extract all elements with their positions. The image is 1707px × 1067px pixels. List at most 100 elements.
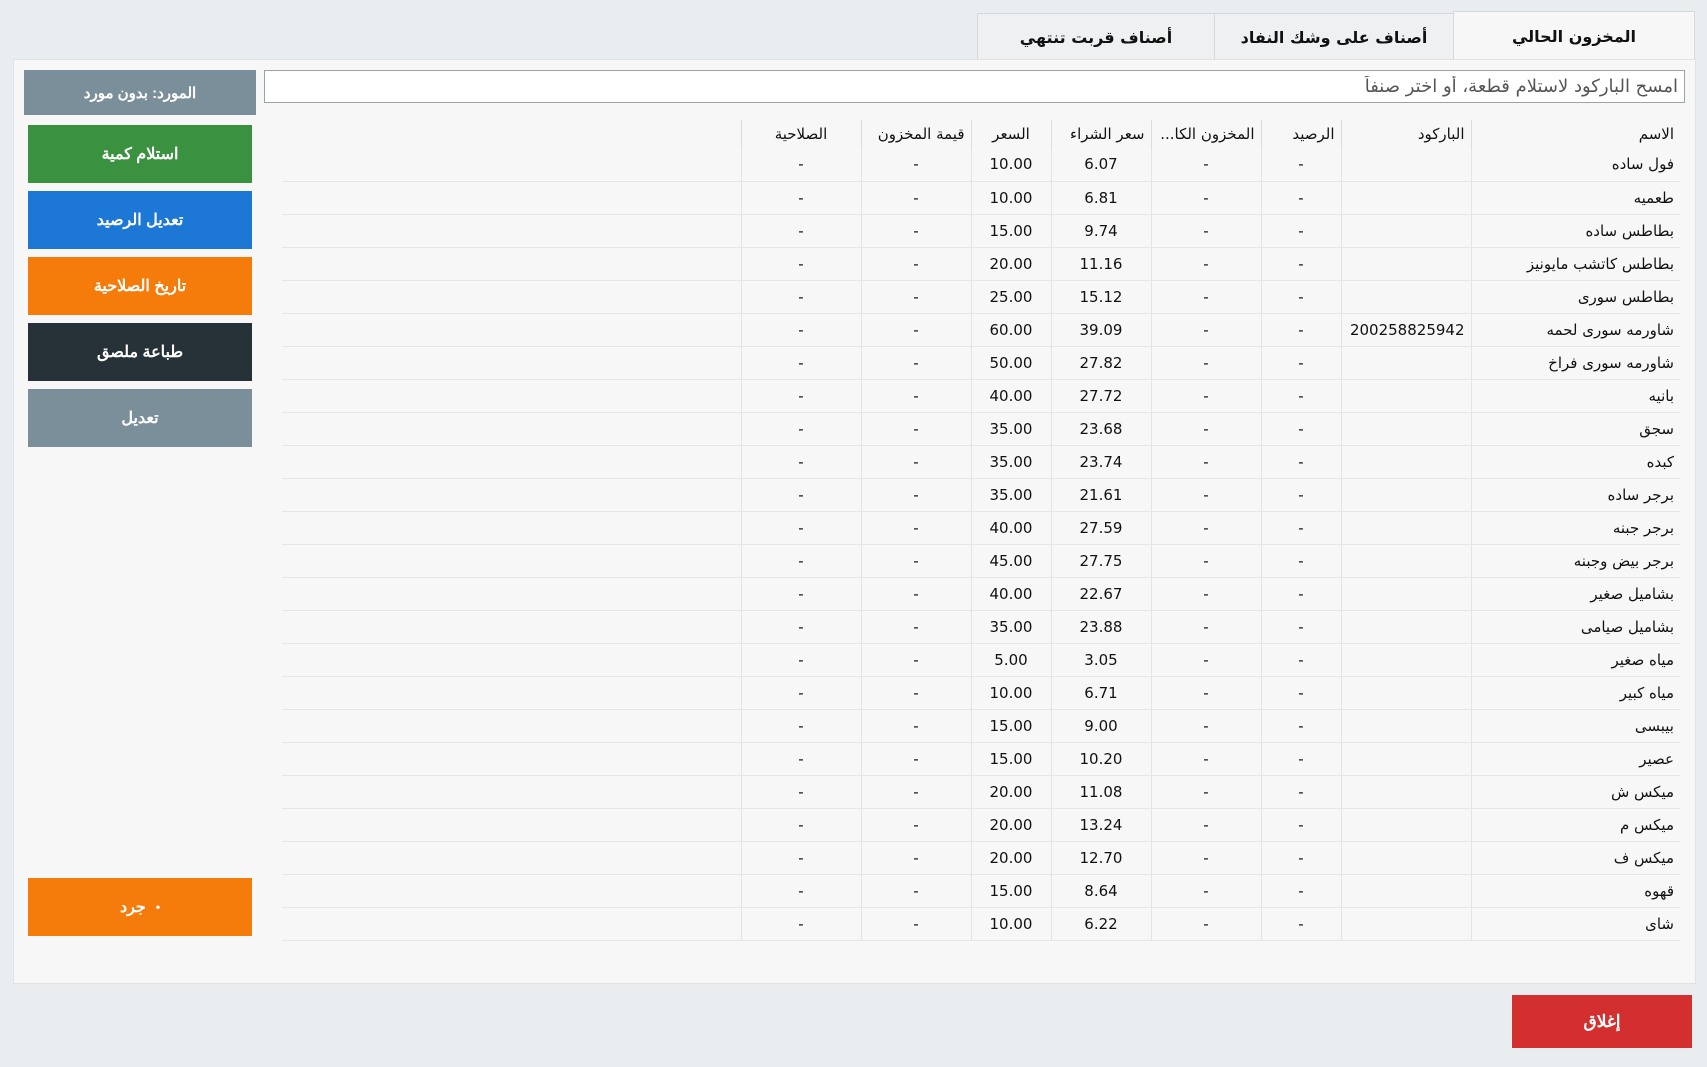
cell-balance: - bbox=[1260, 280, 1341, 314]
cell-expiry: - bbox=[740, 808, 861, 842]
cell-balance: - bbox=[1260, 874, 1341, 908]
cell-filler bbox=[282, 874, 741, 908]
table-row[interactable]: شاورمه سورى لحمه 200258825942- -39.09 60.00… bbox=[282, 313, 1680, 347]
table-row[interactable]: بطاطس كاتشب مايونيز - -11.16 20.00- - bbox=[282, 247, 1680, 281]
receive-quantity-button[interactable]: استلام كمية bbox=[28, 125, 252, 183]
cell-barcode bbox=[1340, 280, 1471, 314]
column-header-stock-value[interactable]: قيمة المخزون bbox=[860, 120, 971, 148]
cell-expiry: - bbox=[740, 379, 861, 413]
table-row[interactable]: مياه كبير - -6.71 10.00- - bbox=[282, 676, 1680, 710]
cell-balance: - bbox=[1260, 742, 1341, 776]
cell-stock: - bbox=[1150, 577, 1261, 611]
cell-balance: - bbox=[1260, 346, 1341, 380]
cell-stock: - bbox=[1150, 478, 1261, 512]
cell-price: 20.00 bbox=[970, 808, 1051, 842]
cell-price: 40.00 bbox=[970, 379, 1051, 413]
table-row[interactable]: ميكس ف - -12.70 20.00- - bbox=[282, 841, 1680, 875]
inventory-count-label: جرد bbox=[119, 899, 146, 916]
table-row[interactable]: ميكس م - -13.24 20.00- - bbox=[282, 808, 1680, 842]
table-row[interactable]: بيبسى - -9.00 15.00- - bbox=[282, 709, 1680, 743]
tab-current-stock[interactable]: المخزون الحالي bbox=[1453, 11, 1695, 61]
cell-price: 25.00 bbox=[970, 280, 1051, 314]
cell-stock: - bbox=[1150, 280, 1261, 314]
cell-buy-price: 23.74 bbox=[1050, 445, 1151, 479]
column-header-barcode[interactable]: الباركود bbox=[1340, 120, 1471, 148]
cell-name: بطاطس كاتشب مايونيز bbox=[1470, 247, 1680, 281]
cell-buy-price: 3.05 bbox=[1050, 643, 1151, 677]
close-button[interactable]: إغلاق bbox=[1512, 995, 1692, 1048]
edit-button[interactable]: تعديل bbox=[28, 389, 252, 447]
cell-buy-price: 10.20 bbox=[1050, 742, 1151, 776]
tab-bar: المخزون الحالي أصناف على وشك النفاد أصنا… bbox=[977, 11, 1695, 61]
cell-balance: - bbox=[1260, 577, 1341, 611]
table-row[interactable]: بشاميل صغير - -22.67 40.00- - bbox=[282, 577, 1680, 611]
cell-buy-price: 6.22 bbox=[1050, 907, 1151, 941]
column-header-stock[interactable]: المخزون الكا... bbox=[1150, 120, 1261, 148]
cell-price: 40.00 bbox=[970, 511, 1051, 545]
cell-buy-price: 13.24 bbox=[1050, 808, 1151, 842]
adjust-balance-button[interactable]: تعديل الرصيد bbox=[28, 191, 252, 249]
cell-balance: - bbox=[1260, 214, 1341, 248]
tab-low-stock[interactable]: أصناف على وشك النفاد bbox=[1214, 13, 1454, 61]
column-header-buy-price[interactable]: سعر الشراء bbox=[1050, 120, 1151, 148]
cell-barcode bbox=[1340, 577, 1471, 611]
table-row[interactable]: ميكس ش - -11.08 20.00- - bbox=[282, 775, 1680, 809]
inventory-count-button[interactable]: جرد • bbox=[28, 878, 252, 936]
column-header-name[interactable]: الاسم bbox=[1470, 120, 1680, 148]
cell-stock: - bbox=[1150, 742, 1261, 776]
cell-barcode bbox=[1340, 775, 1471, 809]
cell-expiry: - bbox=[740, 544, 861, 578]
table-row[interactable]: قهوه - -8.64 15.00- - bbox=[282, 874, 1680, 908]
cell-stock-value: - bbox=[860, 874, 971, 908]
table-row[interactable]: شاورمه سورى فراخ - -27.82 50.00- - bbox=[282, 346, 1680, 380]
table-row[interactable]: سجق - -23.68 35.00- - bbox=[282, 412, 1680, 446]
print-label-button[interactable]: طباعة ملصق bbox=[28, 323, 252, 381]
cell-price: 15.00 bbox=[970, 709, 1051, 743]
cell-barcode bbox=[1340, 148, 1471, 182]
table-row[interactable]: طعميه - -6.81 10.00- - bbox=[282, 181, 1680, 215]
cell-barcode bbox=[1340, 445, 1471, 479]
table-row[interactable]: برجر جبنه - -27.59 40.00- - bbox=[282, 511, 1680, 545]
cell-barcode bbox=[1340, 478, 1471, 512]
cell-price: 10.00 bbox=[970, 676, 1051, 710]
cell-price: 20.00 bbox=[970, 775, 1051, 809]
tab-expiring[interactable]: أصناف قربت تنتهي bbox=[977, 13, 1215, 61]
table-row[interactable]: عصير - -10.20 15.00- - bbox=[282, 742, 1680, 776]
table-row[interactable]: برجر ساده - -21.61 35.00- - bbox=[282, 478, 1680, 512]
cell-expiry: - bbox=[740, 643, 861, 677]
barcode-search-input[interactable] bbox=[264, 70, 1685, 103]
cell-expiry: - bbox=[740, 874, 861, 908]
table-row[interactable]: بطاطس سورى - -15.12 25.00- - bbox=[282, 280, 1680, 314]
cell-barcode bbox=[1340, 610, 1471, 644]
table-row[interactable]: كبده - -23.74 35.00- - bbox=[282, 445, 1680, 479]
cell-name: بانيه bbox=[1470, 379, 1680, 413]
table-row[interactable]: بطاطس ساده - -9.74 15.00- - bbox=[282, 214, 1680, 248]
supplier-button[interactable]: المورد: بدون مورد bbox=[24, 70, 256, 115]
table-row[interactable]: بشاميل صيامى - -23.88 35.00- - bbox=[282, 610, 1680, 644]
cell-barcode bbox=[1340, 841, 1471, 875]
cell-buy-price: 11.08 bbox=[1050, 775, 1151, 809]
cell-name: برجر جبنه bbox=[1470, 511, 1680, 545]
column-header-expiry[interactable]: الصلاحية bbox=[740, 120, 861, 148]
cell-stock: - bbox=[1150, 808, 1261, 842]
cell-name: بطاطس سورى bbox=[1470, 280, 1680, 314]
cell-buy-price: 27.75 bbox=[1050, 544, 1151, 578]
cell-buy-price: 6.07 bbox=[1050, 148, 1151, 182]
inventory-table-container[interactable]: الاسم الباركود الرصيد المخزون الكا... سع… bbox=[282, 120, 1680, 970]
table-row[interactable]: بانيه - -27.72 40.00- - bbox=[282, 379, 1680, 413]
table-row[interactable]: مياه صغير - -3.05 5.00- - bbox=[282, 643, 1680, 677]
cell-expiry: - bbox=[740, 775, 861, 809]
cell-price: 20.00 bbox=[970, 841, 1051, 875]
table-row[interactable]: شاى - -6.22 10.00- - bbox=[282, 907, 1680, 941]
table-row[interactable]: برجر بيض وجبنه - -27.75 45.00- - bbox=[282, 544, 1680, 578]
cell-price: 40.00 bbox=[970, 577, 1051, 611]
cell-stock-value: - bbox=[860, 181, 971, 215]
table-row[interactable]: فول ساده - -6.07 10.00- - bbox=[282, 148, 1680, 182]
column-header-price[interactable]: السعر bbox=[970, 120, 1051, 148]
expiry-date-button[interactable]: تاريخ الصلاحية bbox=[28, 257, 252, 315]
cell-name: بيبسى bbox=[1470, 709, 1680, 743]
column-header-balance[interactable]: الرصيد bbox=[1260, 120, 1341, 148]
cell-buy-price: 21.61 bbox=[1050, 478, 1151, 512]
cell-expiry: - bbox=[740, 676, 861, 710]
cell-name: فول ساده bbox=[1470, 148, 1680, 182]
